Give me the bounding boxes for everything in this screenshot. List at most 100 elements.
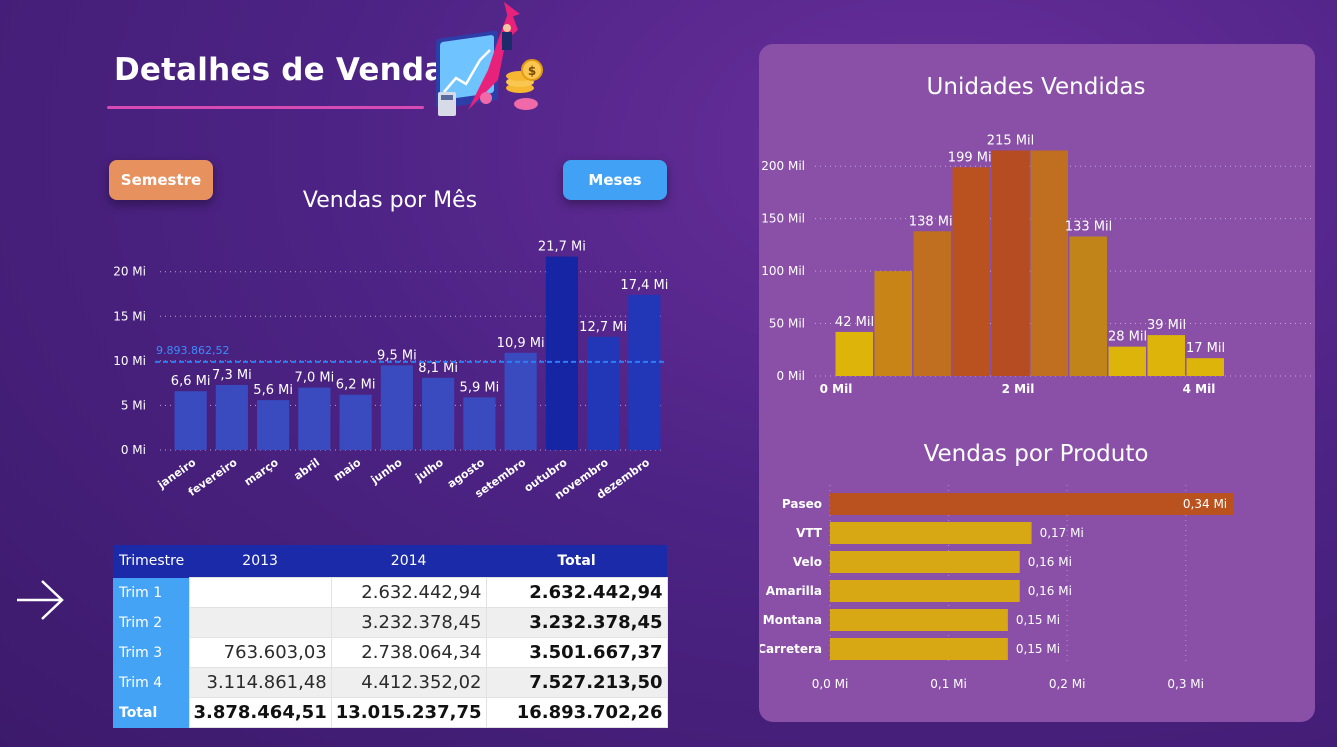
bar-carretera bbox=[830, 638, 1008, 660]
data-label: 39 Mil bbox=[1147, 318, 1186, 333]
sales-growth-illustration-icon: $ bbox=[436, 2, 543, 116]
x-tick-label: 0 Mil bbox=[820, 382, 853, 396]
sales-matrix-table: Trimestre 2013 2014 Total Trim 1 2.632.4… bbox=[113, 545, 668, 728]
x-tick-label: março bbox=[242, 456, 281, 489]
semestre-button[interactable]: Semestre bbox=[109, 160, 213, 200]
cell-grand-total: 16.893.702,26 bbox=[485, 697, 668, 728]
data-label: 8,1 Mi bbox=[418, 361, 458, 376]
cell-total: 2.632.442,94 bbox=[485, 577, 668, 608]
arrow-right-icon[interactable] bbox=[14, 578, 66, 622]
table-header-row: Trimestre 2013 2014 Total bbox=[113, 545, 667, 578]
y-tick-label: 150 Mil bbox=[761, 212, 805, 226]
histogram-bar bbox=[1186, 358, 1224, 376]
row-label[interactable]: Trim 2 bbox=[113, 607, 189, 638]
bar-vtt bbox=[830, 522, 1032, 544]
title-underline bbox=[107, 106, 424, 109]
table-row: Trim 2 3.232.378,45 3.232.378,45 bbox=[113, 607, 668, 638]
y-tick-label: 0 Mil bbox=[777, 369, 805, 383]
x-tick-label: julho bbox=[412, 456, 446, 485]
bar-novembro bbox=[587, 336, 620, 450]
histogram-bar bbox=[1069, 236, 1107, 376]
y-tick-label: 20 Mi bbox=[113, 265, 146, 279]
data-label: 215 Mil bbox=[987, 133, 1034, 148]
y-tick-label: 5 Mi bbox=[121, 398, 146, 412]
vendas-por-produto-title: Vendas por Produto bbox=[923, 441, 1149, 467]
unidades-vendidas-title: Unidades Vendidas bbox=[926, 74, 1146, 100]
data-label: 42 Mil bbox=[835, 315, 874, 330]
unidades-vendidas-chart: 0 Mil 50 Mil 100 Mil 150 Mil 200 Mil 42 Mil 13… bbox=[761, 133, 1315, 396]
meses-button[interactable]: Meses bbox=[563, 160, 667, 200]
bar-junho bbox=[380, 365, 413, 450]
bar-janeiro bbox=[174, 391, 207, 450]
x-tick-label: maio bbox=[331, 456, 364, 484]
histogram-bar bbox=[913, 231, 951, 376]
data-label: 0,16 Mi bbox=[1028, 555, 1072, 569]
category-label: Velo bbox=[793, 555, 822, 569]
cell-2013: 763.603,03 bbox=[188, 637, 332, 668]
cell-2014: 2.738.064,34 bbox=[330, 637, 487, 668]
row-label[interactable]: Trim 1 bbox=[113, 577, 189, 608]
category-label: Paseo bbox=[782, 497, 822, 511]
bar-amarilla bbox=[830, 580, 1020, 602]
header-2014[interactable]: 2014 bbox=[331, 545, 486, 578]
data-label: 28 Mil bbox=[1108, 330, 1147, 345]
data-label: 0,17 Mi bbox=[1040, 526, 1084, 540]
cell-total: 7.527.213,50 bbox=[485, 667, 668, 698]
header-trimestre[interactable]: Trimestre bbox=[113, 545, 189, 578]
y-tick-label: 15 Mi bbox=[113, 309, 146, 323]
data-label: 6,6 Mi bbox=[171, 374, 211, 389]
histogram-bar bbox=[1147, 335, 1185, 376]
data-label: 7,3 Mi bbox=[212, 368, 252, 383]
data-label: 6,2 Mi bbox=[336, 378, 376, 393]
page-title: Detalhes de Vendas bbox=[114, 52, 465, 88]
bar-setembro bbox=[504, 352, 537, 450]
x-tick-label: 0,0 Mi bbox=[812, 677, 849, 691]
cell-total: 3.501.667,37 bbox=[485, 637, 668, 668]
data-label: 17 Mil bbox=[1186, 341, 1225, 356]
bar-paseo bbox=[830, 493, 1234, 515]
histogram-bar bbox=[1030, 150, 1068, 376]
bar-montana bbox=[830, 609, 1008, 631]
table-row: Trim 1 2.632.442,94 2.632.442,94 bbox=[113, 577, 668, 608]
data-label: 199 Mil bbox=[948, 150, 995, 165]
bar-abril bbox=[298, 387, 331, 450]
cell-2013: 3.114.861,48 bbox=[188, 667, 332, 698]
data-label: 0,16 Mi bbox=[1028, 584, 1072, 598]
cell-2013 bbox=[188, 577, 332, 608]
row-label[interactable]: Trim 3 bbox=[113, 637, 189, 668]
bar-agosto bbox=[463, 397, 496, 450]
table-total-row: Total 3.878.464,51 13.015.237,75 16.893.… bbox=[113, 697, 668, 728]
data-label: 0,15 Mi bbox=[1016, 613, 1060, 627]
bar-velo bbox=[830, 551, 1020, 573]
cell-2014-total: 13.015.237,75 bbox=[330, 697, 487, 728]
y-tick-label: 0 Mi bbox=[121, 443, 146, 457]
x-tick-label: 2 Mil bbox=[1002, 382, 1035, 396]
category-label: Carretera bbox=[760, 642, 822, 656]
cell-2013-total: 3.878.464,51 bbox=[188, 697, 332, 728]
cell-2013 bbox=[188, 607, 332, 638]
histogram-bar bbox=[952, 167, 990, 376]
histogram-bar bbox=[835, 331, 873, 376]
svg-text:$: $ bbox=[528, 64, 536, 78]
bar-fevereiro bbox=[215, 384, 248, 450]
data-label: 21,7 Mi bbox=[538, 240, 586, 255]
data-label: 17,4 Mi bbox=[620, 278, 668, 293]
header-2013[interactable]: 2013 bbox=[189, 545, 332, 578]
data-label: 5,6 Mi bbox=[253, 383, 293, 398]
vendas-por-mes-chart: 0 Mi5 Mi10 Mi15 Mi20 Mi6,6 Mijaneiro7,3 … bbox=[113, 240, 668, 503]
data-label: 0,34 Mi bbox=[1183, 497, 1227, 511]
x-tick-label: 0,1 Mi bbox=[930, 677, 967, 691]
table-row: Trim 3 763.603,03 2.738.064,34 3.501.667… bbox=[113, 637, 668, 668]
row-label[interactable]: Trim 4 bbox=[113, 667, 189, 698]
bar-dezembro bbox=[628, 294, 661, 450]
cell-2014: 3.232.378,45 bbox=[330, 607, 487, 638]
histogram-bar bbox=[991, 150, 1029, 376]
histogram-bar bbox=[1108, 346, 1146, 376]
data-label: 12,7 Mi bbox=[579, 320, 627, 335]
table-row: Trim 4 3.114.861,48 4.412.352,02 7.527.2… bbox=[113, 667, 668, 698]
header-total[interactable]: Total bbox=[486, 545, 667, 578]
bar-março bbox=[257, 400, 290, 450]
row-label-total: Total bbox=[113, 697, 189, 728]
data-label: 138 Mil bbox=[909, 214, 956, 229]
category-label: VTT bbox=[796, 526, 823, 540]
